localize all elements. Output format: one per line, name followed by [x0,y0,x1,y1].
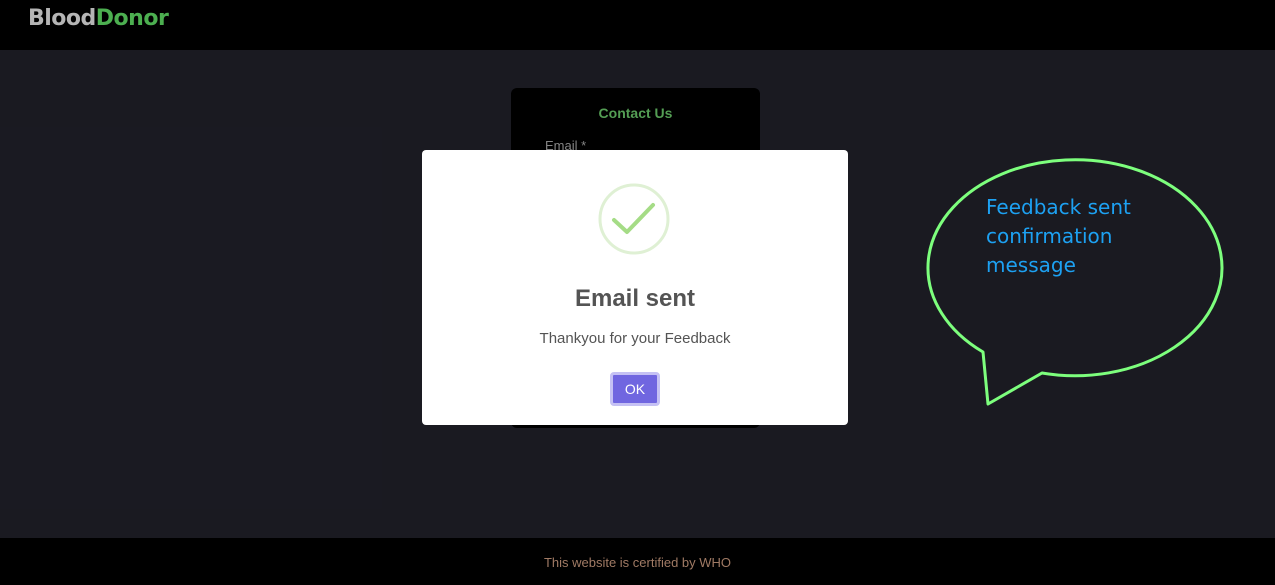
ok-button[interactable]: OK [610,372,660,406]
navbar: BloodDonor [0,0,1275,50]
annotation-text: Feedback sent confirmation message [986,195,1131,277]
brand-part-donor: Donor [95,6,169,31]
annotation-speech-bubble [926,158,1224,406]
confirmation-dialog: Email sent Thankyou for your Feedback OK [422,150,848,425]
brand-part-blood: Blood [28,6,96,31]
dialog-message: Thankyou for your Feedback [539,330,731,347]
brand-logo[interactable]: BloodDonor [28,6,169,31]
dialog-title: Email sent [574,285,696,312]
footer-text: This website is certified by WHO [543,555,732,570]
checkmark-icon [598,183,670,255]
footer: This website is certified by WHO [0,538,1275,585]
